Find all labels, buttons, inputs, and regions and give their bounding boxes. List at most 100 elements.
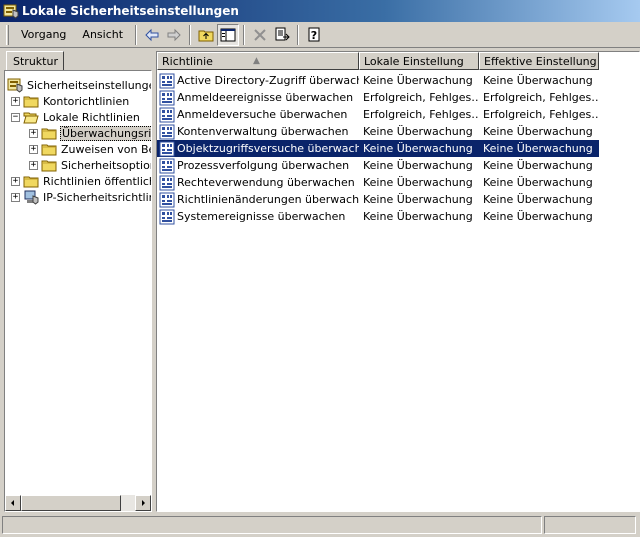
arrow-right-icon (142, 500, 145, 506)
table-row[interactable]: Anmeldeereignisse überwachen Erfolgreich,… (157, 89, 639, 106)
scroll-thumb[interactable] (21, 495, 121, 511)
tree-node[interactable]: + Kontorichtlinien (11, 93, 130, 109)
tree-node-label: Sicherheitseinstellungen (27, 78, 151, 92)
tree-node-label: Kontorichtlinien (43, 94, 130, 108)
tree-node-label: IP-Sicherheitsrichtlinie (43, 190, 151, 204)
help-button[interactable]: ? (303, 24, 325, 46)
show-tree-button[interactable] (217, 23, 240, 46)
table-row[interactable]: Rechteverwendung überwachen Keine Überwac… (157, 174, 639, 191)
scroll-right-button[interactable] (135, 495, 151, 511)
expand-icon[interactable]: + (29, 160, 38, 170)
tree-node[interactable]: + Überwachungsricht (29, 125, 151, 141)
tree-horizontal-scrollbar[interactable] (5, 495, 151, 511)
policy-rows: Active Directory-Zugriff überwachen Keine… (157, 72, 639, 225)
expand-icon[interactable]: + (29, 144, 38, 154)
policy-name: Systemereignisse überwachen (177, 210, 346, 223)
local-setting-cell: Keine Überwachung (363, 210, 473, 223)
show-tree-icon (220, 28, 236, 41)
tree-node-label: Überwachungsricht (60, 125, 151, 141)
collapse-icon[interactable]: − (11, 112, 20, 122)
status-bar (0, 514, 640, 537)
folder-icon (41, 157, 57, 173)
tree-node[interactable]: + Zuweisen von Ber (29, 141, 151, 157)
column-header-lokale-einstellung[interactable]: Lokale Einstellung (359, 52, 479, 70)
toolbar-separator (243, 24, 246, 45)
expand-icon[interactable]: + (11, 96, 20, 106)
audit-policy-icon (159, 141, 175, 157)
delete-button[interactable] (249, 24, 271, 46)
arrow-left-icon (11, 500, 14, 506)
forward-button[interactable] (163, 24, 185, 46)
tree-node[interactable]: − Lokale Richtlinien (11, 109, 141, 125)
table-row[interactable]: Kontenverwaltung überwachen Keine Überwac… (157, 123, 639, 140)
scroll-left-button[interactable] (5, 495, 21, 511)
audit-policy-icon (159, 90, 175, 106)
policy-name: Anmeldeversuche überwachen (177, 108, 348, 121)
expand-icon[interactable]: + (11, 176, 20, 186)
audit-policy-icon (159, 192, 175, 208)
policy-list-pane: Richtlinie ▲ Lokale Einstellung Effektiv… (156, 51, 640, 512)
tree-node[interactable]: Sicherheitseinstellungen (7, 77, 151, 93)
title-bar[interactable]: Lokale Sicherheitseinstellungen (0, 0, 640, 22)
folder-icon (41, 141, 57, 157)
toolbar: Vorgang Ansicht ? (0, 22, 640, 48)
back-button[interactable] (141, 24, 163, 46)
effective-setting-cell: Keine Überwachung (483, 142, 593, 155)
tree-node-label: Sicherheitsoptione (61, 158, 151, 172)
local-setting-cell: Keine Überwachung (363, 125, 473, 138)
export-list-button[interactable] (271, 24, 293, 46)
security-settings-icon (3, 3, 19, 19)
audit-policy-icon (159, 124, 175, 140)
local-setting-cell: Keine Überwachung (363, 142, 473, 155)
tree-node-label: Zuweisen von Ber (61, 142, 151, 156)
forward-icon (167, 28, 181, 41)
column-header-effektive-einstellung[interactable]: Effektive Einstellung (479, 52, 599, 70)
tree-node[interactable]: + Sicherheitsoptione (29, 157, 151, 173)
local-setting-cell: Keine Überwachung (363, 176, 473, 189)
up-folder-icon (198, 30, 214, 41)
audit-policy-icon (159, 73, 175, 89)
scroll-track[interactable] (21, 495, 135, 511)
column-header-label: Effektive Einstellung (484, 54, 597, 68)
tree-node[interactable]: + Richtlinien öffentlicher (11, 173, 151, 189)
toolbar-grip[interactable] (6, 24, 9, 45)
effective-setting-cell: Keine Überwachung (483, 74, 593, 87)
table-row[interactable]: Active Directory-Zugriff überwachen Keine… (157, 72, 639, 89)
menu-vorgang[interactable]: Vorgang (13, 26, 74, 43)
folder-icon (23, 173, 39, 189)
tab-struktur[interactable]: Struktur (6, 51, 64, 71)
policy-cell: Systemereignisse überwachen (157, 209, 359, 225)
policy-name: Objektzugriffsversuche überwachen (177, 142, 359, 155)
folder-open-icon (23, 109, 39, 125)
table-row[interactable]: Prozessverfolgung überwachen Keine Überwa… (157, 157, 639, 174)
window-title: Lokale Sicherheitseinstellungen (22, 4, 239, 18)
effective-setting-cell: Keine Überwachung (483, 159, 593, 172)
policy-cell: Anmeldeereignisse überwachen (157, 90, 359, 106)
folder-icon (23, 93, 39, 109)
expand-icon[interactable]: + (29, 128, 38, 138)
policy-cell: Rechteverwendung überwachen (157, 175, 359, 191)
table-row[interactable]: Anmeldeversuche überwachen Erfolgreich, F… (157, 106, 639, 123)
delete-icon (254, 28, 266, 41)
policy-name: Rechteverwendung überwachen (177, 176, 355, 189)
effective-setting-cell: Erfolgreich, Fehlges… (483, 91, 599, 104)
audit-policy-icon (159, 209, 175, 225)
policy-name: Kontenverwaltung überwachen (177, 125, 349, 138)
audit-policy-icon (159, 175, 175, 191)
expand-icon[interactable]: + (11, 192, 20, 202)
policy-cell: Anmeldeversuche überwachen (157, 107, 359, 123)
status-cell-main (2, 516, 542, 534)
policy-name: Richtlinienänderungen überwachen (177, 193, 359, 206)
policy-cell: Active Directory-Zugriff überwachen (157, 73, 359, 89)
toolbar-separator (135, 24, 138, 45)
table-row[interactable]: Richtlinienänderungen überwachen Keine Üb… (157, 191, 639, 208)
menu-ansicht[interactable]: Ansicht (74, 26, 131, 43)
table-row[interactable]: Systemereignisse überwachen Keine Überwac… (157, 208, 639, 225)
tree-node[interactable]: + IP-Sicherheitsrichtlinie (11, 189, 151, 205)
up-folder-button[interactable] (195, 24, 217, 46)
column-header-richtlinie[interactable]: Richtlinie ▲ (157, 52, 359, 70)
table-row[interactable]: Objektzugriffsversuche überwachen Keine Ü… (157, 140, 599, 157)
toolbar-separator (189, 24, 192, 45)
help-icon: ? (308, 27, 320, 42)
back-icon (145, 28, 159, 41)
